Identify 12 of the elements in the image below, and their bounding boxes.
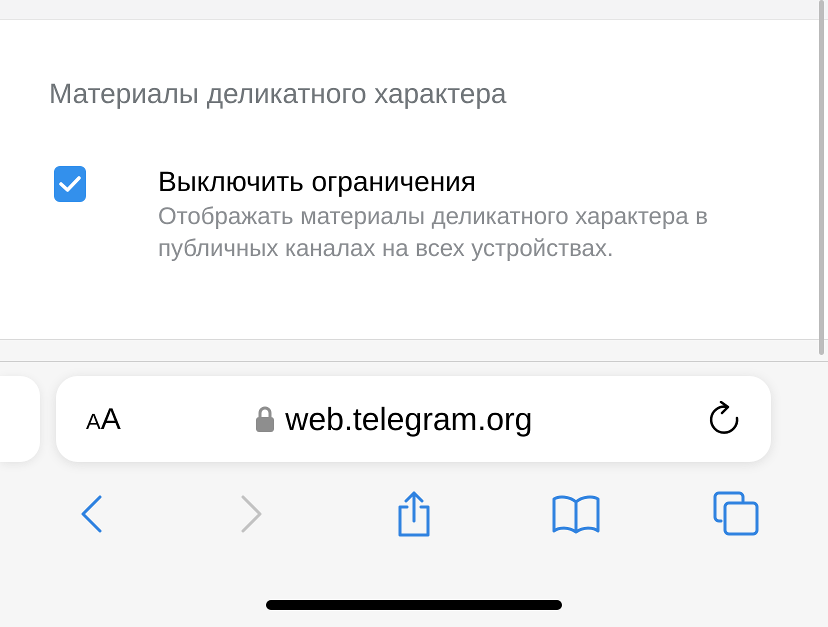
option-description: Отображать материалы деликатного характера в публичных каналах на всех устройствах.: [158, 202, 710, 264]
text-size-button[interactable]: AA: [86, 396, 121, 442]
address-bar[interactable]: AA web.telegram.org: [56, 376, 771, 462]
reload-icon[interactable]: [707, 401, 741, 437]
tabs-icon: [713, 491, 762, 537]
url-text: web.telegram.org: [285, 400, 532, 439]
option-label: Выключить ограничения: [158, 165, 476, 199]
book-icon: [550, 494, 601, 534]
checkbox[interactable]: [54, 166, 86, 202]
section-title: Материалы деликатного характера: [49, 77, 506, 111]
checkmark-icon: [58, 175, 82, 193]
lock-icon: [255, 405, 276, 433]
